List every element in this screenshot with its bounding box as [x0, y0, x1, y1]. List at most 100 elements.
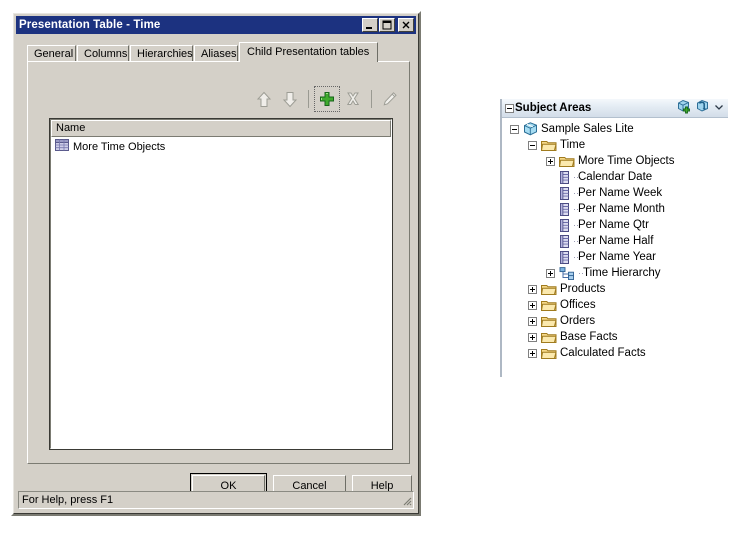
- folder-icon: [559, 156, 575, 167]
- tree-node[interactable]: Orders: [502, 313, 728, 329]
- tab-general[interactable]: General: [27, 45, 76, 62]
- tree-node-label: Time: [560, 139, 586, 151]
- folder-icon: [541, 332, 557, 343]
- tree-node[interactable]: Sample Sales Lite: [502, 121, 728, 137]
- child-tables-listview[interactable]: Name More Time Objects: [49, 118, 393, 450]
- tree-node-label: Time Hierarchy: [583, 267, 661, 279]
- list-toolbar: [251, 85, 403, 113]
- add-subject-area-icon[interactable]: [676, 99, 692, 117]
- minimize-button[interactable]: [362, 18, 378, 32]
- dialog-titlebar[interactable]: Presentation Table - Time: [16, 16, 416, 34]
- folder-icon: [541, 284, 557, 295]
- tree-node-label: Per Name Week: [578, 187, 663, 199]
- arrow-up-icon: [256, 91, 272, 107]
- move-up-button[interactable]: [251, 86, 277, 112]
- edit-button[interactable]: [377, 86, 403, 112]
- chevron-down-icon[interactable]: [714, 102, 724, 115]
- listview-column-header-name[interactable]: Name: [51, 120, 391, 137]
- tabstrip: General Columns Hierarchies Aliases Chil…: [27, 42, 405, 62]
- tree-expand-toggle[interactable]: [546, 156, 555, 166]
- minus-box-icon[interactable]: [510, 124, 519, 134]
- plus-box-icon[interactable]: [528, 284, 537, 294]
- tree-node-label: Per Name Qtr: [578, 219, 649, 231]
- close-button[interactable]: [398, 18, 414, 32]
- tree-node[interactable]: ··Per Name Year: [502, 249, 728, 265]
- toolbar-separator-1: [308, 90, 309, 108]
- tree-node-label: Per Name Year: [578, 251, 656, 263]
- tree-expand-toggle[interactable]: [528, 316, 537, 326]
- dialog-title: Presentation Table - Time: [19, 19, 161, 31]
- plus-box-icon[interactable]: [546, 156, 555, 166]
- tree-node-label: Per Name Month: [578, 203, 665, 215]
- tree-expand-toggle[interactable]: [528, 300, 537, 310]
- minus-box-icon[interactable]: [528, 140, 537, 150]
- plus-box-icon[interactable]: [546, 268, 555, 278]
- tree-expand-toggle[interactable]: [528, 284, 537, 294]
- plus-box-icon[interactable]: [528, 300, 537, 310]
- dialog-inner-frame: Presentation Table - Time General Column…: [13, 13, 419, 514]
- column-icon: [560, 186, 569, 200]
- tree-node-label: Products: [560, 283, 606, 295]
- tab-child-presentation-tables[interactable]: Child Presentation tables: [239, 42, 378, 62]
- tree-collapse-toggle[interactable]: [510, 124, 519, 134]
- tree-expand-toggle[interactable]: [528, 332, 537, 342]
- tree-node[interactable]: ··Per Name Qtr: [502, 217, 728, 233]
- tree-node[interactable]: ··Calendar Date: [502, 169, 728, 185]
- tab-hierarchies[interactable]: Hierarchies: [130, 45, 193, 62]
- listview-rows: More Time Objects: [51, 137, 391, 155]
- presentation-table-icon: [55, 139, 69, 154]
- status-text: For Help, press F1: [22, 494, 114, 506]
- resize-grip-icon[interactable]: [400, 494, 412, 506]
- delete-button[interactable]: [340, 86, 366, 112]
- tree-node-label: Sample Sales Lite: [541, 123, 634, 135]
- tree-node-label: More Time Objects: [578, 155, 675, 167]
- tree-node[interactable]: More Time Objects: [502, 153, 728, 169]
- panel-collapse-toggle[interactable]: [505, 103, 514, 113]
- plus-box-icon[interactable]: [528, 316, 537, 326]
- folder-icon: [541, 140, 557, 151]
- move-down-button[interactable]: [277, 86, 303, 112]
- hierarchy-icon: [559, 266, 574, 280]
- subject-area-cube-icon: [524, 122, 537, 136]
- tree-node-label: Base Facts: [560, 331, 618, 343]
- add-button[interactable]: [314, 86, 340, 112]
- tree-node[interactable]: ··Per Name Week: [502, 185, 728, 201]
- tree-node[interactable]: ··Per Name Month: [502, 201, 728, 217]
- table-row[interactable]: More Time Objects: [51, 138, 391, 155]
- tree-node[interactable]: ··Per Name Half: [502, 233, 728, 249]
- refresh-subject-area-icon[interactable]: [695, 99, 711, 117]
- tree-node[interactable]: Calculated Facts: [502, 345, 728, 361]
- tree-node[interactable]: Base Facts: [502, 329, 728, 345]
- tab-aliases[interactable]: Aliases: [194, 45, 238, 62]
- subject-areas-tree[interactable]: Sample Sales Lite Time More Time Objects ··…: [502, 118, 728, 361]
- plus-box-icon[interactable]: [528, 348, 537, 358]
- tree-expand-toggle[interactable]: [546, 268, 555, 278]
- pencil-icon: [383, 92, 397, 106]
- column-icon: [560, 202, 569, 216]
- tree-expand-toggle[interactable]: [528, 348, 537, 358]
- column-icon: [560, 250, 569, 264]
- list-item-label: More Time Objects: [73, 140, 166, 153]
- tree-node-label: Calculated Facts: [560, 347, 646, 359]
- tree-node[interactable]: Products: [502, 281, 728, 297]
- tree-collapse-toggle[interactable]: [528, 140, 537, 150]
- column-icon: [560, 170, 569, 184]
- toolbar-separator-2: [371, 90, 372, 108]
- presentation-table-dialog: Presentation Table - Time General Column…: [11, 11, 421, 516]
- folder-icon: [541, 348, 557, 359]
- folder-icon: [541, 300, 557, 311]
- x-cross-icon: [346, 92, 360, 105]
- subject-areas-panel: Subject Areas Sample Sales Lite Time Mor…: [500, 99, 728, 377]
- tree-node[interactable]: ··Time Hierarchy: [502, 265, 728, 281]
- tree-node[interactable]: Time: [502, 137, 728, 153]
- tree-node[interactable]: Offices: [502, 297, 728, 313]
- status-bar: For Help, press F1: [18, 491, 414, 509]
- plus-box-icon[interactable]: [528, 332, 537, 342]
- tab-columns[interactable]: Columns: [77, 45, 129, 62]
- maximize-button[interactable]: [379, 18, 395, 32]
- folder-icon: [541, 316, 557, 327]
- arrow-down-icon: [282, 91, 298, 107]
